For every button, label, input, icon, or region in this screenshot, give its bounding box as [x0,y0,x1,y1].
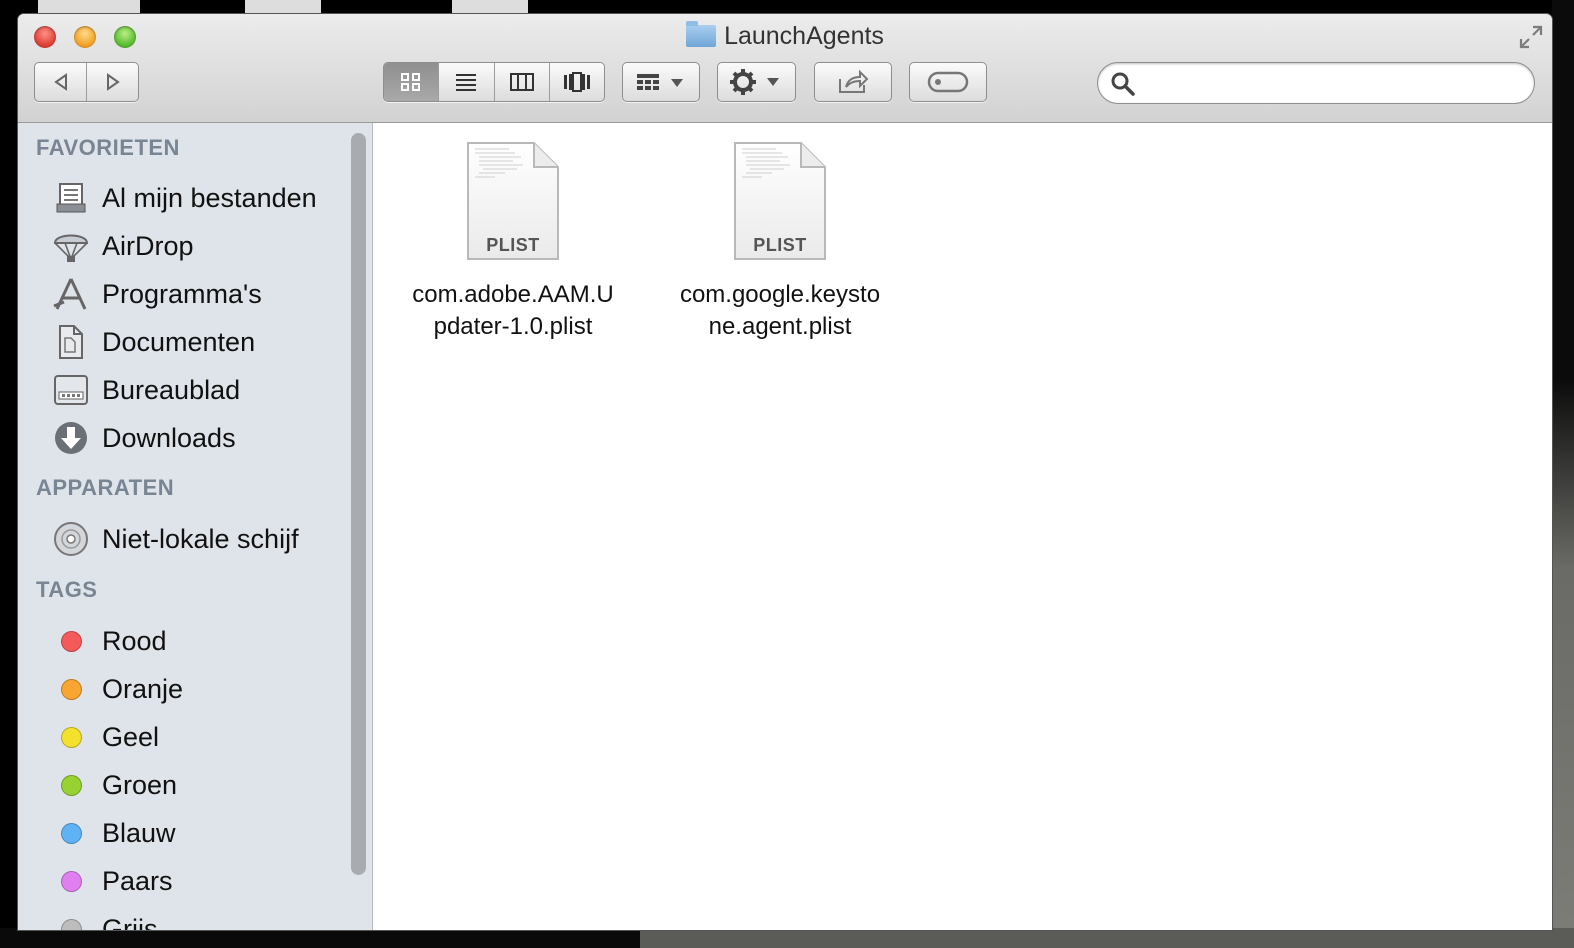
file-type-badge: PLIST [486,235,540,255]
file-name-line: com.adobe.AAM.U [412,281,614,308]
sidebar-item-label: Niet-lokale schijf [102,524,299,554]
sidebar-item-documents[interactable]: Documenten [18,320,344,364]
sidebar-item-label: Blauw [102,818,176,848]
view-switcher [383,62,605,102]
sidebar-item-label: Groen [102,770,178,800]
documents-icon [52,324,90,360]
tag-color-dot [60,822,82,844]
window-title: LaunchAgents [18,21,1552,51]
plist-file-icon: PLIST [465,141,561,263]
tag-color-dot [60,678,82,700]
sidebar-tag-yellow[interactable]: Geel [18,715,344,759]
sidebar-tag-green[interactable]: Groen [18,763,344,807]
share-button[interactable] [814,62,892,102]
sidebar-tag-gray[interactable]: Grijs [18,907,344,930]
all-files-icon [52,180,90,216]
file-name: com.google.keysto ne.agent.plist [660,279,900,343]
action-button[interactable] [717,62,796,102]
disc-icon [52,521,90,557]
sidebar-item-remote-disc[interactable]: Niet-lokale schijf [18,517,344,561]
sidebar-item-label: Documenten [102,327,256,357]
desktop-background [0,928,1574,948]
sidebar-item-label: Grijs [102,914,158,930]
sidebar-item-downloads[interactable]: Downloads [18,416,344,460]
arrange-icon [633,70,689,94]
sidebar-section-favorites: FAVORIETEN [36,135,180,160]
desktop-background [1552,0,1574,948]
coverflow-view-icon [562,71,592,93]
file-item[interactable]: PLIST com.google.keysto ne.agent.plist [660,123,900,343]
arrange-button[interactable] [622,62,700,102]
sidebar-section-devices: APPARATEN [36,475,175,500]
coverflow-view-button[interactable] [550,63,604,101]
sidebar-item-airdrop[interactable]: AirDrop [18,224,344,268]
tag-color-dot [60,870,82,892]
finder-window: LaunchAgents FAVORIETEN Al mijn bestande… [18,14,1552,930]
chevron-left-icon [51,72,71,92]
sidebar-item-label: Rood [102,626,167,656]
sidebar-item-label: AirDrop [102,231,194,261]
downloads-icon [52,420,90,456]
search-field[interactable] [1097,62,1535,104]
list-view-button[interactable] [439,63,495,101]
sidebar-item-all-files[interactable]: Al mijn bestanden [18,176,344,220]
column-view-button[interactable] [495,63,550,101]
share-icon [836,69,870,95]
tag-icon [927,71,969,93]
sidebar: FAVORIETEN Al mijn bestanden AirDrop Pro… [18,123,344,930]
search-icon [1110,71,1136,102]
scrollbar-thumb[interactable] [351,133,366,875]
icon-view-button[interactable] [384,63,440,101]
sidebar-item-label: Downloads [102,423,236,453]
sidebar-item-applications[interactable]: Programma's [18,272,344,316]
desktop-thumbnail [38,0,140,14]
sidebar-tag-red[interactable]: Rood [18,619,344,663]
airdrop-icon [52,228,90,264]
tag-color-dot [60,918,82,930]
sidebar-tag-orange[interactable]: Oranje [18,667,344,711]
sidebar-item-desktop[interactable]: Bureaublad [18,368,344,412]
toolbar: LaunchAgents [18,14,1552,123]
tag-color-dot [60,630,82,652]
sidebar-item-label: Paars [102,866,173,896]
search-input[interactable] [1142,69,1516,99]
sidebar-item-label: Al mijn bestanden [102,183,317,213]
column-view-icon [509,71,535,93]
desktop-icon [52,372,90,408]
window-title-label: LaunchAgents [724,22,884,50]
desktop-thumbnail [452,0,528,14]
desktop-thumbnail [245,0,321,14]
applications-icon [52,276,90,312]
tag-color-dot [60,726,82,748]
plist-file-icon: PLIST [732,141,828,263]
icon-view-icon [399,71,423,93]
sidebar-scrollbar[interactable] [344,123,373,930]
gear-icon [729,68,785,96]
file-item[interactable]: PLIST com.adobe.AAM.U pdater-1.0.plist [393,123,633,343]
sidebar-section-tags: TAGS [36,577,98,602]
forward-button[interactable] [87,63,138,101]
file-name-line: com.google.keysto [679,281,881,308]
tag-color-dot [60,774,82,796]
file-type-badge: PLIST [753,235,807,255]
file-name-line: pdater-1.0.plist [433,313,593,340]
fullscreen-icon[interactable] [1518,24,1544,50]
sidebar-tag-purple[interactable]: Paars [18,859,344,903]
tags-button[interactable] [909,62,987,102]
chevron-right-icon [103,72,123,92]
sidebar-item-label: Oranje [102,674,184,704]
back-forward-control [34,62,139,102]
sidebar-item-label: Programma's [102,279,262,309]
sidebar-tag-blue[interactable]: Blauw [18,811,344,855]
back-button[interactable] [35,63,87,101]
list-view-icon [454,71,478,93]
file-browser: PLIST com.adobe.AAM.U pdater-1.0.plist P… [373,123,1552,930]
folder-icon [686,21,717,47]
sidebar-item-label: Bureaublad [102,375,241,405]
sidebar-item-label: Geel [102,722,160,752]
file-name-line: ne.agent.plist [708,313,852,340]
file-name: com.adobe.AAM.U pdater-1.0.plist [393,279,633,343]
